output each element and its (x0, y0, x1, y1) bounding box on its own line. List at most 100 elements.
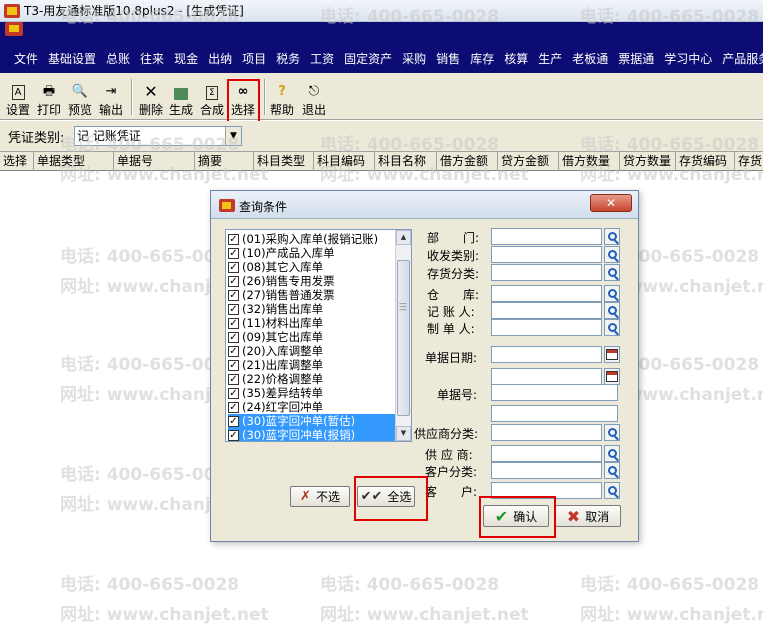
checkbox-checked-icon[interactable]: ✓ (228, 289, 239, 301)
warehouse-input[interactable] (491, 285, 602, 302)
menu-learning[interactable]: 学习中心 (664, 51, 712, 67)
supplier-class-lookup-button[interactable] (604, 424, 620, 441)
search-icon (607, 428, 617, 437)
customer-class-lookup-button[interactable] (604, 462, 620, 479)
inv-class-lookup-button[interactable] (604, 264, 620, 281)
list-item[interactable]: ✓ (20)入库调整单 (228, 344, 396, 358)
delete-button[interactable]: ✕ 删除 (137, 77, 165, 118)
preview-button[interactable]: 🔍 预览 (66, 77, 94, 117)
list-item-selected[interactable]: ✓ (30)蓝字回冲单(报销) (228, 428, 396, 441)
list-item[interactable]: ✓ (09)其它出库单 (228, 330, 396, 344)
toolbar: A 设置 🖶 打印 🔍 预览 ⇥ 输出 ✕ 删除 生成 Σ 合成 ∞ 选择 ? … (0, 73, 763, 120)
checkbox-checked-icon[interactable]: ✓ (228, 331, 239, 343)
list-scrollbar[interactable]: ▲ — — — ▼ (395, 230, 411, 441)
export-icon: ⇥ (105, 84, 117, 99)
checkbox-checked-icon[interactable]: ✓ (228, 317, 239, 329)
checkbox-checked-icon[interactable]: ✓ (228, 387, 239, 399)
maker-lookup-button[interactable] (604, 319, 620, 336)
checkbox-checked-icon[interactable]: ✓ (228, 261, 239, 273)
doc-date-from-input[interactable] (491, 346, 602, 363)
menu-purchase[interactable]: 采购 (402, 51, 426, 67)
menu-sales[interactable]: 销售 (436, 51, 460, 67)
watermark-phone: 电话: 400-665-0028 (60, 7, 240, 27)
list-item-selected[interactable]: ✓ (30)蓝字回冲单(暂估) (228, 414, 396, 428)
warehouse-lookup-button[interactable] (604, 285, 620, 302)
menu-cashier[interactable]: 出纳 (208, 51, 232, 67)
list-item[interactable]: ✓ (01)采购入库单(报销记账) (228, 232, 396, 246)
list-item[interactable]: ✓ (08)其它入库单 (228, 260, 396, 274)
menu-boss[interactable]: 老板通 (572, 51, 608, 67)
search-icon (607, 486, 617, 495)
doc-no-to-input[interactable] (491, 405, 618, 422)
list-item[interactable]: ✓ (26)销售专用发票 (228, 274, 396, 288)
bookkeeper-input[interactable] (491, 302, 602, 319)
scroll-up-icon[interactable]: ▲ (396, 230, 411, 245)
bookkeeper-label: 记 账 人: (427, 305, 475, 319)
issue-type-lookup-button[interactable] (604, 246, 620, 263)
menu-production[interactable]: 生产 (538, 51, 562, 67)
menu-logo-icon[interactable] (5, 22, 23, 36)
checkbox-checked-icon[interactable]: ✓ (228, 345, 239, 357)
list-item[interactable]: ✓ (27)销售普通发票 (228, 288, 396, 302)
menu-tax[interactable]: 税务 (276, 51, 300, 67)
customer-lookup-button[interactable] (604, 482, 620, 499)
menu-file[interactable]: 文件 (14, 51, 38, 67)
menu-product-service[interactable]: 产品服务 (722, 51, 763, 67)
issue-type-input[interactable] (491, 246, 602, 263)
menu-basic-settings[interactable]: 基础设置 (48, 51, 96, 67)
checkbox-checked-icon[interactable]: ✓ (228, 247, 239, 259)
maker-input[interactable] (491, 319, 602, 336)
menu-receivables[interactable]: 往来 (140, 51, 164, 67)
supplier-input[interactable] (491, 445, 602, 462)
list-item[interactable]: ✓ (10)产成品入库单 (228, 246, 396, 260)
list-item[interactable]: ✓ (24)红字回冲单 (228, 400, 396, 414)
list-item[interactable]: ✓ (32)销售出库单 (228, 302, 396, 316)
menu-costing[interactable]: 核算 (504, 51, 528, 67)
checkbox-checked-icon[interactable]: ✓ (228, 359, 239, 371)
generate-button[interactable]: 生成 (167, 77, 195, 117)
customer-class-input[interactable] (491, 462, 602, 479)
checkbox-checked-icon[interactable]: ✓ (228, 303, 239, 315)
doc-no-from-input[interactable] (491, 384, 618, 401)
close-icon[interactable]: ✕ (590, 194, 632, 212)
preview-icon: 🔍 (71, 84, 89, 99)
scroll-down-icon[interactable]: ▼ (396, 426, 411, 441)
checkbox-checked-icon[interactable]: ✓ (228, 429, 239, 441)
list-item[interactable]: ✓ (22)价格调整单 (228, 372, 396, 386)
doc-date-to-input[interactable] (491, 368, 602, 385)
supplier-class-input[interactable] (491, 424, 602, 441)
bookkeeper-lookup-button[interactable] (604, 302, 620, 319)
settings-button[interactable]: A 设置 (5, 77, 31, 117)
checkbox-checked-icon[interactable]: ✓ (228, 373, 239, 385)
date-to-picker-button[interactable] (604, 368, 620, 385)
inv-class-input[interactable] (491, 264, 602, 281)
checkbox-checked-icon[interactable]: ✓ (228, 275, 239, 287)
merge-button[interactable]: Σ 合成 (198, 77, 226, 117)
help-button[interactable]: ? 帮助 (268, 77, 296, 117)
menu-project[interactable]: 项目 (242, 51, 266, 67)
menu-bills[interactable]: 票据通 (618, 51, 654, 67)
deselect-all-button[interactable]: ✗ 不选 (290, 486, 350, 507)
dept-lookup-button[interactable] (604, 228, 620, 245)
menu-inventory[interactable]: 库存 (470, 51, 494, 67)
checkbox-checked-icon[interactable]: ✓ (228, 401, 239, 413)
doc-type-list[interactable]: ✓ (01)采购入库单(报销记账) ✓ (10)产成品入库单 ✓ (08)其它入库单 … (225, 229, 412, 442)
menu-fixed-assets[interactable]: 固定资产 (344, 51, 392, 67)
supplier-lookup-button[interactable] (604, 445, 620, 462)
checkbox-checked-icon[interactable]: ✓ (228, 415, 239, 427)
list-item[interactable]: ✓ (21)出库调整单 (228, 358, 396, 372)
exit-button[interactable]: ⎋ 退出 (300, 77, 328, 117)
scroll-thumb[interactable] (397, 260, 410, 416)
export-button[interactable]: ⇥ 输出 (97, 77, 125, 117)
dept-input[interactable] (491, 228, 602, 245)
menu-general-ledger[interactable]: 总账 (106, 51, 130, 67)
print-button[interactable]: 🖶 打印 (35, 77, 63, 117)
cancel-button[interactable]: ✖ 取消 (555, 505, 621, 527)
list-item[interactable]: ✓ (11)材料出库单 (228, 316, 396, 330)
menu-cash[interactable]: 现金 (174, 51, 198, 67)
date-from-picker-button[interactable] (604, 346, 620, 363)
list-item[interactable]: ✓ (35)差异结转单 (228, 386, 396, 400)
menu-payroll[interactable]: 工资 (310, 51, 334, 67)
checkbox-checked-icon[interactable]: ✓ (228, 233, 239, 245)
col-select[interactable]: 选择 (0, 152, 34, 171)
